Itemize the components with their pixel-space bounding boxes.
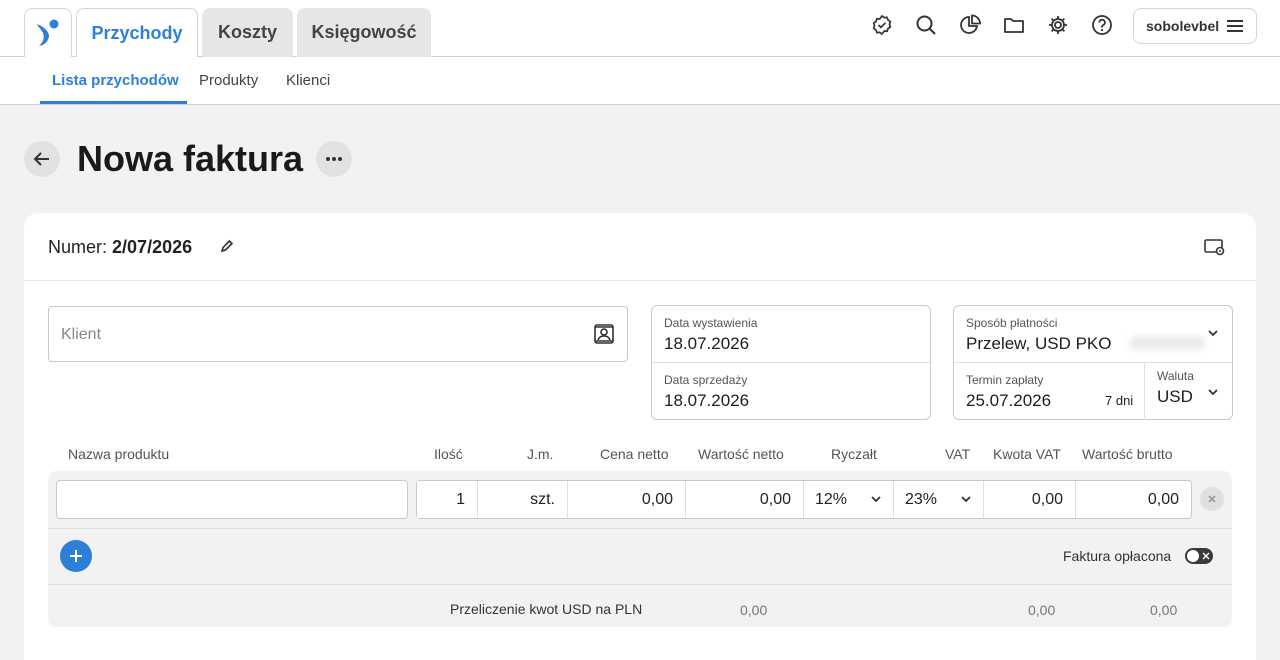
logo-icon [37, 19, 59, 46]
gross-value-input[interactable]: 0,00 [1075, 481, 1191, 518]
issue-date-value: 18.07.2026 [664, 334, 750, 353]
chevron-down-icon [1208, 330, 1218, 337]
currency-value: USD [1157, 387, 1193, 406]
more-dots-icon [326, 157, 342, 161]
invoice-settings-icon[interactable] [1204, 238, 1226, 261]
more-options-button[interactable] [316, 141, 352, 177]
edit-number-icon[interactable] [220, 239, 234, 258]
invoice-card: Numer: 2/07/2026 Klient Data wystawienia… [24, 213, 1256, 660]
qty-input[interactable]: 1 [417, 481, 477, 518]
help-icon[interactable] [1090, 13, 1114, 37]
active-tab-underline [40, 101, 187, 104]
toggle-knob [1187, 550, 1199, 562]
lump-sum-select[interactable]: 12% [803, 481, 893, 518]
divider [48, 528, 1232, 529]
vat-rate-select[interactable]: 23% [893, 481, 983, 518]
header-gross-value: Wartość brutto [1082, 446, 1173, 462]
conversion-vat: 0,00 [1028, 602, 1056, 618]
arrow-left-icon [33, 152, 49, 166]
sale-date-value: 18.07.2026 [664, 391, 750, 410]
lump-sum-value: 12% [815, 490, 848, 508]
header-product-name: Nazwa produktu [68, 446, 170, 462]
vat-amount-input[interactable]: 0,00 [983, 481, 1075, 518]
blurred-account-number [1129, 336, 1205, 350]
net-price-input[interactable]: 0,00 [567, 481, 685, 518]
conversion-label: Przeliczenie kwot USD na PLN [450, 601, 643, 617]
back-button[interactable] [24, 141, 60, 177]
subnav-produkty[interactable]: Produkty [199, 72, 258, 89]
unit-input[interactable]: szt. [477, 481, 567, 518]
header-vat-amount: Kwota VAT [993, 446, 1061, 462]
sale-date-field[interactable]: Data sprzedaży 18.07.2026 [652, 363, 930, 420]
currency-label: Waluta [1157, 369, 1194, 383]
paid-label: Faktura opłacona [1063, 548, 1172, 564]
page-title: Nowa faktura [77, 138, 304, 179]
header-net-price: Cena netto [600, 446, 669, 462]
sale-date-label: Data sprzedaży [664, 373, 748, 387]
due-date-value: 25.07.2026 [966, 391, 1052, 410]
due-days-value: 7 dni [1105, 393, 1134, 408]
tab-przychody[interactable]: Przychody [76, 8, 198, 58]
header-qty: Ilość [434, 446, 463, 462]
vat-rate-value: 23% [905, 490, 938, 508]
header-net-value: Wartość netto [698, 446, 784, 462]
invoice-number-label: Numer: [48, 237, 108, 257]
folder-icon[interactable] [1002, 13, 1026, 37]
paid-toggle[interactable] [1185, 548, 1213, 564]
sub-navigation: Lista przychodów Produkty Klienci [0, 57, 1280, 105]
user-menu-button[interactable]: sobolevbel [1133, 8, 1257, 44]
issue-date-field[interactable]: Data wystawienia 18.07.2026 [652, 306, 930, 363]
conversion-gross: 0,00 [1150, 602, 1178, 618]
payment-method-select[interactable]: Sposób płatności Przelew, USD PKO [954, 306, 1232, 363]
contact-card-icon[interactable] [593, 323, 615, 350]
payment-method-value: Przelew, USD PKO [966, 334, 1112, 353]
header-lump-sum: Ryczałt [831, 446, 877, 462]
product-name-input[interactable] [56, 480, 408, 519]
conversion-net: 0,00 [740, 602, 768, 618]
currency-select[interactable]: Waluta USD [1145, 363, 1232, 420]
net-value-input[interactable]: 0,00 [685, 481, 803, 518]
dates-box: Data wystawienia 18.07.2026 Data sprzeda… [651, 305, 931, 420]
plus-icon [70, 550, 82, 562]
invoice-number-value: 2/07/2026 [112, 237, 193, 257]
close-icon [1208, 495, 1216, 503]
tab-ksiegowosc[interactable]: Księgowość [297, 8, 431, 57]
header-vat: VAT [945, 446, 971, 462]
app-logo[interactable] [24, 8, 72, 57]
issue-date-label: Data wystawienia [664, 316, 758, 330]
search-icon[interactable] [914, 13, 938, 37]
client-placeholder: Klient [61, 326, 102, 343]
pie-chart-icon[interactable] [958, 13, 982, 37]
chevron-down-icon [961, 496, 971, 503]
invoice-number-row: Numer: 2/07/2026 [24, 213, 1256, 281]
gear-icon[interactable] [1046, 13, 1070, 37]
payment-box: Sposób płatności Przelew, USD PKO Termin… [953, 305, 1233, 420]
subnav-klienci[interactable]: Klienci [286, 72, 330, 89]
chevron-down-icon [871, 496, 881, 503]
close-icon [1202, 552, 1210, 560]
add-row-button[interactable] [60, 540, 92, 572]
badge-check-icon[interactable] [870, 13, 894, 37]
remove-row-button[interactable] [1200, 487, 1224, 511]
subnav-lista-przychodow[interactable]: Lista przychodów [52, 72, 179, 89]
divider [48, 584, 1232, 585]
menu-icon [1227, 20, 1243, 32]
username: sobolevbel [1146, 18, 1220, 34]
tab-koszty[interactable]: Koszty [202, 8, 293, 57]
invoice-number: Numer: 2/07/2026 [48, 237, 192, 258]
due-date-field[interactable]: Termin zapłaty 25.07.2026 7 dni [954, 363, 1144, 420]
chevron-down-icon [1208, 389, 1218, 396]
client-field[interactable]: Klient [48, 306, 628, 362]
due-date-label: Termin zapłaty [966, 373, 1044, 387]
payment-method-label: Sposób płatności [966, 316, 1058, 330]
header-unit: J.m. [527, 446, 554, 462]
top-bar: Przychody Koszty Księgowość sobolevbel [0, 0, 1280, 58]
